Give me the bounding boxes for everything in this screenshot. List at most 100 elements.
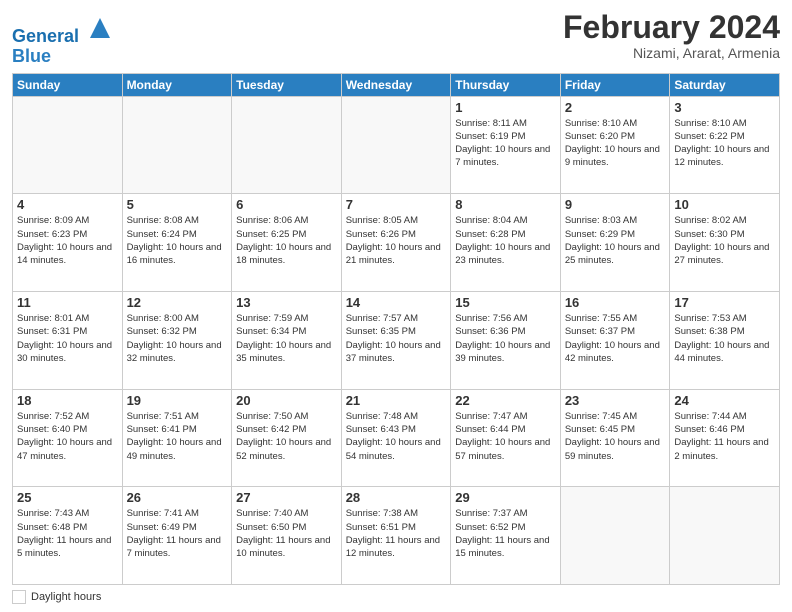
calendar-day: 26 Sunrise: 7:41 AM Sunset: 6:49 PM Dayli… [122, 487, 232, 585]
calendar-day: 4 Sunrise: 8:09 AM Sunset: 6:23 PM Daylig… [13, 194, 123, 292]
calendar-day: 6 Sunrise: 8:06 AM Sunset: 6:25 PM Daylig… [232, 194, 342, 292]
day-info: Sunrise: 8:10 AM Sunset: 6:22 PM Dayligh… [674, 117, 775, 170]
calendar-day: 15 Sunrise: 7:56 AM Sunset: 6:36 PM Dayli… [451, 291, 561, 389]
day-number: 28 [346, 490, 447, 505]
calendar-day [560, 487, 670, 585]
calendar-day: 20Sunrise: 7:50 AM Sunset: 6:42 PM Dayli… [232, 389, 342, 487]
calendar-day [341, 96, 451, 194]
calendar-header-sunday: Sunday [13, 73, 123, 96]
logo-general: General [12, 26, 79, 46]
day-number: 3 [674, 100, 775, 115]
day-info: Sunrise: 7:56 AM Sunset: 6:36 PM Dayligh… [455, 312, 556, 365]
calendar-day: 22Sunrise: 7:47 AM Sunset: 6:44 PM Dayli… [451, 389, 561, 487]
day-number: 12 [127, 295, 228, 310]
calendar-day: 18 Sunrise: 7:52 AM Sunset: 6:40 PM Dayli… [13, 389, 123, 487]
calendar-week-4: 25 Sunrise: 7:43 AM Sunset: 6:48 PM Dayli… [13, 487, 780, 585]
calendar-header-wednesday: Wednesday [341, 73, 451, 96]
day-info: Sunrise: 8:10 AM Sunset: 6:20 PM Dayligh… [565, 117, 666, 170]
logo: General Blue [12, 14, 114, 67]
footer-box [12, 590, 26, 604]
day-number: 17 [674, 295, 775, 310]
day-info: Sunrise: 7:51 AM Sunset: 6:41 PM Dayligh… [127, 410, 228, 463]
day-info: Sunrise: 7:38 AM Sunset: 6:51 PM Dayligh… [346, 507, 447, 560]
day-number: 5 [127, 197, 228, 212]
day-number: 1 [455, 100, 556, 115]
day-info: Sunrise: 8:05 AM Sunset: 6:26 PM Dayligh… [346, 214, 447, 267]
day-info: Sunrise: 7:48 AM Sunset: 6:43 PM Dayligh… [346, 410, 447, 463]
logo-blue: Blue [12, 47, 114, 67]
calendar-day: 21 Sunrise: 7:48 AM Sunset: 6:43 PM Dayli… [341, 389, 451, 487]
day-number: 25 [17, 490, 118, 505]
day-info: Sunrise: 7:44 AM Sunset: 6:46 PM Dayligh… [674, 410, 775, 463]
day-number: 24 [674, 393, 775, 408]
day-info: Sunrise: 7:53 AM Sunset: 6:38 PM Dayligh… [674, 312, 775, 365]
calendar-day [670, 487, 780, 585]
day-info: Sunrise: 7:55 AM Sunset: 6:37 PM Dayligh… [565, 312, 666, 365]
calendar-day: 27Sunrise: 7:40 AM Sunset: 6:50 PM Dayli… [232, 487, 342, 585]
day-number: 14 [346, 295, 447, 310]
day-info: Sunrise: 8:01 AM Sunset: 6:31 PM Dayligh… [17, 312, 118, 365]
day-info: Sunrise: 7:40 AM Sunset: 6:50 PM Dayligh… [236, 507, 337, 560]
calendar-day [122, 96, 232, 194]
day-number: 10 [674, 197, 775, 212]
day-info: Sunrise: 7:57 AM Sunset: 6:35 PM Dayligh… [346, 312, 447, 365]
day-number: 21 [346, 393, 447, 408]
logo-icon [86, 14, 114, 42]
day-number: 18 [17, 393, 118, 408]
day-info: Sunrise: 7:43 AM Sunset: 6:48 PM Dayligh… [17, 507, 118, 560]
day-info: Sunrise: 7:37 AM Sunset: 6:52 PM Dayligh… [455, 507, 556, 560]
calendar-day: 5 Sunrise: 8:08 AM Sunset: 6:24 PM Daylig… [122, 194, 232, 292]
calendar-week-3: 18 Sunrise: 7:52 AM Sunset: 6:40 PM Dayli… [13, 389, 780, 487]
calendar-day: 14 Sunrise: 7:57 AM Sunset: 6:35 PM Dayli… [341, 291, 451, 389]
day-info: Sunrise: 8:11 AM Sunset: 6:19 PM Dayligh… [455, 117, 556, 170]
day-number: 20 [236, 393, 337, 408]
calendar-day: 16Sunrise: 7:55 AM Sunset: 6:37 PM Dayli… [560, 291, 670, 389]
day-info: Sunrise: 8:02 AM Sunset: 6:30 PM Dayligh… [674, 214, 775, 267]
calendar-day: 25 Sunrise: 7:43 AM Sunset: 6:48 PM Dayli… [13, 487, 123, 585]
calendar-day: 8Sunrise: 8:04 AM Sunset: 6:28 PM Daylig… [451, 194, 561, 292]
calendar-day: 29Sunrise: 7:37 AM Sunset: 6:52 PM Dayli… [451, 487, 561, 585]
calendar-day: 2 Sunrise: 8:10 AM Sunset: 6:20 PM Daylig… [560, 96, 670, 194]
calendar-day: 19Sunrise: 7:51 AM Sunset: 6:41 PM Dayli… [122, 389, 232, 487]
day-number: 9 [565, 197, 666, 212]
calendar-day [232, 96, 342, 194]
day-info: Sunrise: 7:59 AM Sunset: 6:34 PM Dayligh… [236, 312, 337, 365]
day-number: 26 [127, 490, 228, 505]
calendar-header-friday: Friday [560, 73, 670, 96]
calendar-day: 23Sunrise: 7:45 AM Sunset: 6:45 PM Dayli… [560, 389, 670, 487]
calendar-day: 28 Sunrise: 7:38 AM Sunset: 6:51 PM Dayli… [341, 487, 451, 585]
day-info: Sunrise: 8:06 AM Sunset: 6:25 PM Dayligh… [236, 214, 337, 267]
day-info: Sunrise: 7:47 AM Sunset: 6:44 PM Dayligh… [455, 410, 556, 463]
day-number: 11 [17, 295, 118, 310]
calendar-day: 10 Sunrise: 8:02 AM Sunset: 6:30 PM Dayli… [670, 194, 780, 292]
calendar-week-1: 4 Sunrise: 8:09 AM Sunset: 6:23 PM Daylig… [13, 194, 780, 292]
logo-text-block: General Blue [12, 14, 114, 67]
day-info: Sunrise: 7:41 AM Sunset: 6:49 PM Dayligh… [127, 507, 228, 560]
calendar-day: 7Sunrise: 8:05 AM Sunset: 6:26 PM Daylig… [341, 194, 451, 292]
calendar-week-2: 11 Sunrise: 8:01 AM Sunset: 6:31 PM Dayli… [13, 291, 780, 389]
main-container: General Blue February 2024 Nizami, Arara… [0, 0, 792, 612]
calendar-header-tuesday: Tuesday [232, 73, 342, 96]
day-info: Sunrise: 8:00 AM Sunset: 6:32 PM Dayligh… [127, 312, 228, 365]
day-info: Sunrise: 8:09 AM Sunset: 6:23 PM Dayligh… [17, 214, 118, 267]
calendar-header-monday: Monday [122, 73, 232, 96]
day-info: Sunrise: 7:52 AM Sunset: 6:40 PM Dayligh… [17, 410, 118, 463]
day-number: 15 [455, 295, 556, 310]
calendar-day: 3 Sunrise: 8:10 AM Sunset: 6:22 PM Daylig… [670, 96, 780, 194]
calendar-day: 17 Sunrise: 7:53 AM Sunset: 6:38 PM Dayli… [670, 291, 780, 389]
logo-text: General [12, 14, 114, 47]
calendar-day: 9 Sunrise: 8:03 AM Sunset: 6:29 PM Daylig… [560, 194, 670, 292]
month-title: February 2024 [563, 10, 780, 45]
day-info: Sunrise: 8:03 AM Sunset: 6:29 PM Dayligh… [565, 214, 666, 267]
day-info: Sunrise: 8:08 AM Sunset: 6:24 PM Dayligh… [127, 214, 228, 267]
day-number: 2 [565, 100, 666, 115]
day-number: 6 [236, 197, 337, 212]
calendar-header-saturday: Saturday [670, 73, 780, 96]
footer-label: Daylight hours [31, 591, 101, 603]
day-info: Sunrise: 8:04 AM Sunset: 6:28 PM Dayligh… [455, 214, 556, 267]
day-number: 4 [17, 197, 118, 212]
calendar-week-0: 1 Sunrise: 8:11 AM Sunset: 6:19 PM Daylig… [13, 96, 780, 194]
location: Nizami, Ararat, Armenia [563, 45, 780, 61]
calendar-header-thursday: Thursday [451, 73, 561, 96]
calendar-day: 13Sunrise: 7:59 AM Sunset: 6:34 PM Dayli… [232, 291, 342, 389]
